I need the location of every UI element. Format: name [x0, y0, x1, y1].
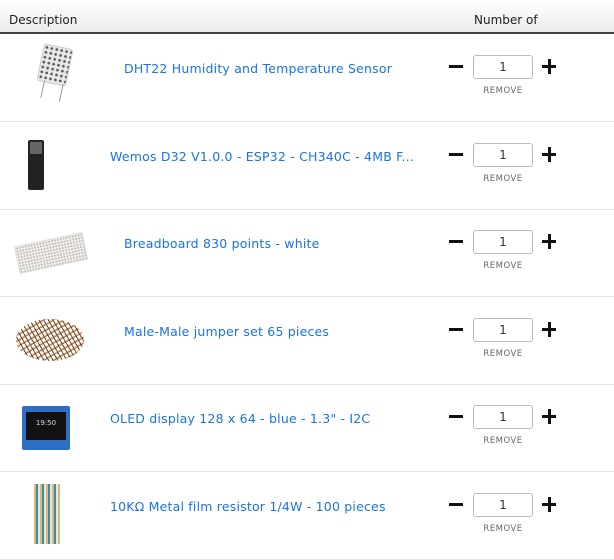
- product-image[interactable]: [13, 217, 89, 287]
- increase-quantity-button[interactable]: [540, 406, 558, 426]
- decrease-quantity-button[interactable]: [447, 494, 465, 514]
- cart-item-row: 19:50 OLED display 128 x 64 - blue - 1.3…: [0, 384, 614, 472]
- product-image[interactable]: [14, 305, 86, 375]
- decrease-quantity-button[interactable]: [447, 319, 465, 339]
- cart-table-header: Description Number of: [0, 0, 614, 34]
- product-name-link[interactable]: Male-Male jumper set 65 pieces: [124, 324, 329, 339]
- decrease-quantity-button[interactable]: [447, 144, 465, 164]
- chip: [30, 141, 42, 154]
- dht22-sensor-image: [36, 43, 74, 87]
- remove-item-button[interactable]: REMOVE: [473, 174, 533, 184]
- quantity-input[interactable]: [473, 492, 533, 517]
- cart-item-row: Breadboard 830 points - white REMOVE: [0, 209, 614, 297]
- breadboard-image: [13, 232, 89, 274]
- quantity-input[interactable]: [473, 405, 533, 429]
- cart-item-row: 10KΩ Metal film resistor 1/4W - 100 piec…: [0, 472, 614, 560]
- remove-item-button[interactable]: REMOVE: [473, 436, 533, 446]
- number-of-column-header: Number of: [474, 13, 538, 27]
- decrease-quantity-button[interactable]: [447, 231, 465, 251]
- product-image[interactable]: [14, 42, 86, 112]
- remove-item-button[interactable]: REMOVE: [473, 86, 533, 96]
- remove-item-button[interactable]: REMOVE: [473, 349, 533, 359]
- remove-item-button[interactable]: REMOVE: [473, 524, 533, 534]
- oled-screen: 19:50: [26, 412, 66, 440]
- decrease-quantity-button[interactable]: [447, 406, 465, 426]
- jumper-wires-image: [16, 318, 84, 361]
- increase-quantity-button[interactable]: [540, 231, 558, 251]
- sensor-pins: [40, 80, 64, 102]
- quantity-input[interactable]: [473, 142, 533, 167]
- increase-quantity-button[interactable]: [540, 319, 558, 339]
- decrease-quantity-button[interactable]: [447, 56, 465, 76]
- cart-item-row: Wemos D32 V1.0.0 - ESP32 - CH340C - 4MB …: [0, 122, 614, 210]
- increase-quantity-button[interactable]: [540, 494, 558, 514]
- product-name-link[interactable]: 10KΩ Metal film resistor 1/4W - 100 piec…: [110, 499, 386, 514]
- product-name-link[interactable]: Breadboard 830 points - white: [124, 236, 320, 251]
- cart-item-row: DHT22 Humidity and Temperature Sensor RE…: [0, 34, 614, 122]
- increase-quantity-button[interactable]: [540, 144, 558, 164]
- product-image[interactable]: [14, 130, 86, 200]
- product-name-link[interactable]: OLED display 128 x 64 - blue - 1.3" - I2…: [110, 411, 370, 426]
- resistors-image: [34, 483, 60, 544]
- cart-item-row: Male-Male jumper set 65 pieces REMOVE: [0, 297, 614, 385]
- quantity-input[interactable]: [473, 55, 533, 79]
- quantity-input[interactable]: [473, 317, 533, 342]
- description-column-header: Description: [9, 13, 78, 27]
- product-image[interactable]: [14, 480, 86, 550]
- quantity-input[interactable]: [473, 230, 533, 254]
- remove-item-button[interactable]: REMOVE: [473, 261, 533, 271]
- product-name-link[interactable]: DHT22 Humidity and Temperature Sensor: [124, 61, 392, 76]
- product-name-link[interactable]: Wemos D32 V1.0.0 - ESP32 - CH340C - 4MB …: [110, 149, 414, 164]
- increase-quantity-button[interactable]: [540, 56, 558, 76]
- product-image[interactable]: 19:50: [14, 392, 86, 462]
